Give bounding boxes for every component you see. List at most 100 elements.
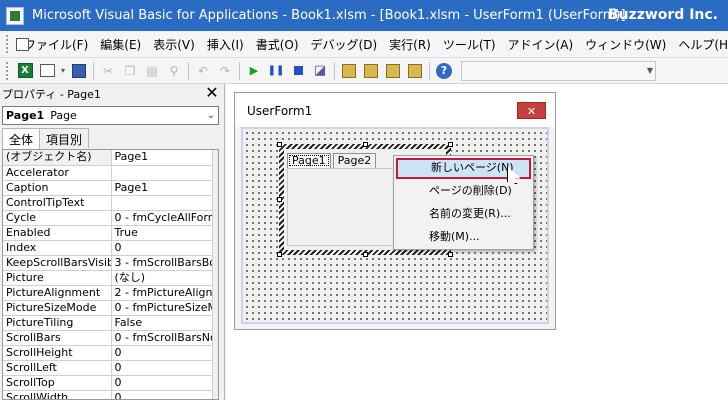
- resize-handle-nw[interactable]: [277, 142, 282, 147]
- property-value[interactable]: Page1: [111, 150, 214, 166]
- property-value[interactable]: 0 - fmPictureSizeModeClip: [111, 300, 214, 316]
- toolbox-button[interactable]: [404, 60, 426, 82]
- run-button[interactable]: ▶: [243, 60, 265, 82]
- tab-categorized[interactable]: 項目別: [39, 128, 90, 148]
- menu-help[interactable]: ヘルプ(H): [672, 36, 728, 53]
- property-value[interactable]: 3 - fmScrollBarsBoth: [111, 255, 214, 271]
- properties-tabs: 全体 項目別: [2, 128, 90, 149]
- menu-edit[interactable]: 編集(E): [94, 36, 147, 53]
- property-value[interactable]: 0: [111, 390, 214, 399]
- toolbar-grip[interactable]: [6, 61, 10, 80]
- menu-item-delete-page[interactable]: ページの削除(D): [396, 181, 531, 202]
- menu-addins[interactable]: アドイン(A): [502, 36, 580, 53]
- property-value[interactable]: (なし): [111, 270, 214, 286]
- menu-format[interactable]: 書式(O): [250, 36, 305, 53]
- property-row[interactable]: ControlTipText: [3, 195, 214, 211]
- property-value[interactable]: 0: [111, 360, 214, 376]
- resize-handle-w[interactable]: [277, 197, 282, 202]
- menu-run[interactable]: 実行(R): [383, 36, 437, 53]
- multipage-tabs: Page1 Page2: [287, 153, 378, 168]
- property-name: KeepScrollBarsVisible: [3, 255, 112, 271]
- insert-userform-button[interactable]: [36, 60, 58, 82]
- menu-window[interactable]: ウィンドウ(W): [579, 36, 672, 53]
- help-icon: ?: [436, 62, 452, 79]
- menu-item-rename[interactable]: 名前の変更(R)...: [396, 204, 531, 225]
- property-row[interactable]: KeepScrollBarsVisible3 - fmScrollBarsBot…: [3, 255, 214, 271]
- menu-tools[interactable]: ツール(T): [437, 36, 502, 53]
- stop-icon: [293, 66, 303, 75]
- object-selector[interactable]: Page1 Page ⌄: [2, 106, 219, 125]
- property-value[interactable]: 0 - fmCycleAllForms: [111, 210, 214, 226]
- property-name: Enabled: [3, 225, 112, 241]
- property-value[interactable]: 0: [111, 240, 214, 256]
- property-row[interactable]: PictureAlignment2 - fmPictureAlignmentCe…: [3, 285, 214, 301]
- property-row[interactable]: Enabled True: [3, 225, 214, 241]
- property-value[interactable]: Page1: [111, 180, 214, 196]
- insert-dropdown-button[interactable]: ▾: [58, 60, 68, 82]
- property-value[interactable]: [111, 195, 214, 211]
- standard-toolbar: X ▾ ✂ ❐ ▤ ⚲ ↶ ↷ ▶ ❚❚ ◪ ? ▼: [0, 58, 728, 84]
- property-row[interactable]: ScrollHeight 0: [3, 345, 214, 361]
- menu-item-move[interactable]: 移動(M)...: [396, 227, 531, 248]
- copy-button[interactable]: ❐: [119, 60, 141, 82]
- redo-button[interactable]: ↷: [214, 60, 236, 82]
- close-icon[interactable]: ✕: [517, 102, 546, 119]
- property-name: PictureAlignment: [3, 285, 112, 301]
- resize-handle-ne[interactable]: [448, 142, 453, 147]
- property-value[interactable]: [111, 165, 214, 181]
- chevron-down-icon[interactable]: ⌄: [207, 107, 215, 124]
- view-excel-button[interactable]: X: [14, 60, 36, 82]
- reset-button[interactable]: [287, 60, 309, 82]
- object-browser-button[interactable]: [382, 60, 404, 82]
- project-explorer-button[interactable]: [338, 60, 360, 82]
- property-row[interactable]: Index 0: [3, 240, 214, 256]
- close-icon[interactable]: ✕: [204, 85, 220, 101]
- help-button[interactable]: ?: [433, 60, 455, 82]
- paste-button[interactable]: ▤: [141, 60, 163, 82]
- window-title: Microsoft Visual Basic for Applications …: [32, 8, 626, 23]
- property-row[interactable]: ScrollTop 0: [3, 375, 214, 391]
- property-row[interactable]: Accelerator: [3, 165, 214, 181]
- property-name: PictureSizeMode: [3, 300, 112, 316]
- resize-handle-s[interactable]: [363, 252, 368, 257]
- property-row[interactable]: Caption Page1: [3, 180, 214, 196]
- property-value[interactable]: 2 - fmPictureAlignmentCenter: [111, 285, 214, 301]
- menubar-grip[interactable]: [6, 35, 8, 53]
- property-value[interactable]: True: [111, 225, 214, 241]
- property-row[interactable]: ScrollBars0 - fmScrollBarsNone: [3, 330, 214, 346]
- property-value[interactable]: 0: [111, 345, 214, 361]
- resize-handle-sw[interactable]: [277, 252, 282, 257]
- property-value[interactable]: 0 - fmScrollBarsNone: [111, 330, 214, 346]
- save-button[interactable]: [68, 60, 90, 82]
- properties-window-button[interactable]: [360, 60, 382, 82]
- tab-alphabetic[interactable]: 全体: [2, 128, 41, 149]
- property-value[interactable]: False: [111, 315, 214, 331]
- context-menu: 新しいページ(N) ページの削除(D) 名前の変更(R)... 移動(M)...: [393, 155, 534, 250]
- menu-insert[interactable]: 挿入(I): [201, 36, 250, 53]
- property-row[interactable]: (オブジェクト名) Page1: [3, 150, 214, 166]
- find-button[interactable]: ⚲: [163, 60, 185, 82]
- property-row[interactable]: ScrollLeft 0: [3, 360, 214, 376]
- property-row[interactable]: ScrollWidth 0: [3, 390, 214, 399]
- break-button[interactable]: ❚❚: [265, 60, 287, 82]
- menu-view[interactable]: 表示(V): [147, 36, 201, 53]
- property-row[interactable]: Picture (なし): [3, 270, 214, 286]
- chevron-down-icon[interactable]: ▼: [647, 66, 653, 75]
- resize-handle-se[interactable]: [448, 252, 453, 257]
- tab-page1[interactable]: Page1: [287, 153, 331, 168]
- toolbar-separator: [236, 60, 243, 82]
- undo-button[interactable]: ↶: [192, 60, 214, 82]
- tab-page2[interactable]: Page2: [332, 153, 377, 168]
- property-row[interactable]: PictureSizeMode0 - fmPictureSizeModeClip: [3, 300, 214, 316]
- design-mode-button[interactable]: ◪: [309, 60, 331, 82]
- menu-debug[interactable]: デバッグ(D): [305, 36, 384, 53]
- menu-file[interactable]: ファイル(F): [18, 36, 94, 53]
- property-row[interactable]: PictureTiling False: [3, 315, 214, 331]
- property-row[interactable]: Cycle 0 - fmCycleAllForms: [3, 210, 214, 226]
- property-value[interactable]: 0: [111, 375, 214, 391]
- toolbar-separator: [185, 60, 192, 82]
- property-grid-scrollbar[interactable]: [212, 150, 218, 399]
- cut-button[interactable]: ✂: [97, 60, 119, 82]
- title-bar: Microsoft Visual Basic for Applications …: [0, 0, 728, 31]
- resize-handle-n[interactable]: [363, 142, 368, 147]
